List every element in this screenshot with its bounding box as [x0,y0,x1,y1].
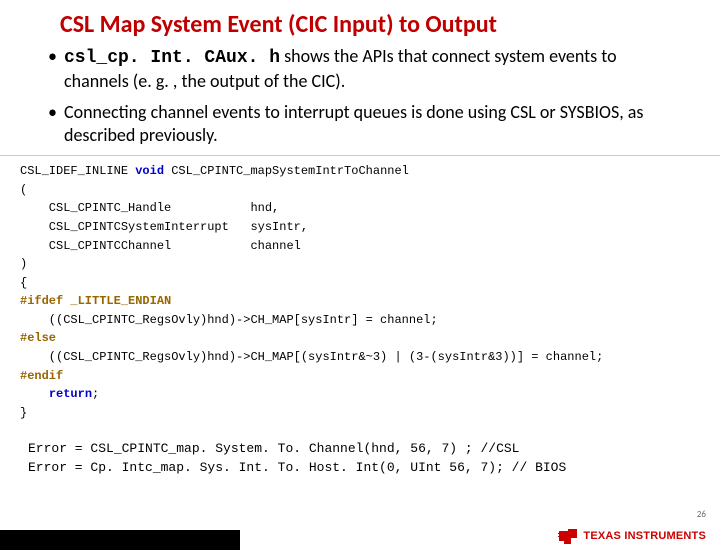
code-line: ( [20,183,27,197]
code-line: CSL_CPINTCSystemInterrupt sysIntr, [20,220,308,234]
code-line: ) [20,257,27,271]
call-line: Error = Cp. Intc_map. Sys. Int. To. Host… [28,460,566,475]
call-examples: Error = CSL_CPINTC_map. System. To. Chan… [28,440,720,478]
footer: TEXAS INSTRUMENTS [0,508,720,550]
code-line: ((CSL_CPINTC_RegsOvly)hnd)->CH_MAP[(sysI… [20,350,603,364]
code-preproc: #ifdef _LITTLE_ENDIAN [20,294,171,308]
ti-logo: TEXAS INSTRUMENTS [557,528,706,544]
code-block: CSL_IDEF_INLINE void CSL_CPINTC_mapSyste… [20,162,720,422]
code-line [20,387,49,401]
call-line: Error = CSL_CPINTC_map. System. To. Chan… [28,441,519,456]
bullet-list: • csl_cp. Int. CAux. h shows the APIs th… [48,45,680,147]
code-line: { [20,276,27,290]
code-line: ; [92,387,99,401]
bullet-item: • Connecting channel events to interrupt… [48,101,680,147]
code-filename: csl_cp. Int. CAux. h [64,48,280,68]
code-line: CSL_CPINTC_Handle hnd, [20,201,279,215]
slide-title: CSL Map System Event (CIC Input) to Outp… [60,10,720,39]
code-line: CSL_CPINTCChannel channel [20,239,301,253]
code-line: ((CSL_CPINTC_RegsOvly)hnd)->CH_MAP[sysIn… [20,313,438,327]
code-preproc: #endif [20,369,63,383]
code-keyword: void [135,164,164,178]
code-preproc: #else [20,331,56,345]
code-keyword: return [49,387,92,401]
code-line: CSL_CPINTC_mapSystemIntrToChannel [164,164,409,178]
divider-line [0,155,720,156]
bullet-item: • csl_cp. Int. CAux. h shows the APIs th… [48,45,680,93]
bullet-dot: • [48,45,64,93]
ti-chip-icon [557,528,579,544]
code-line: CSL_IDEF_INLINE [20,164,135,178]
ti-logo-text: TEXAS INSTRUMENTS [583,530,706,542]
bullet-text: csl_cp. Int. CAux. h shows the APIs that… [64,45,680,93]
bullet-text: Connecting channel events to interrupt q… [64,101,680,147]
footer-bar [0,530,240,550]
code-line: } [20,406,27,420]
bullet-dot: • [48,101,64,147]
